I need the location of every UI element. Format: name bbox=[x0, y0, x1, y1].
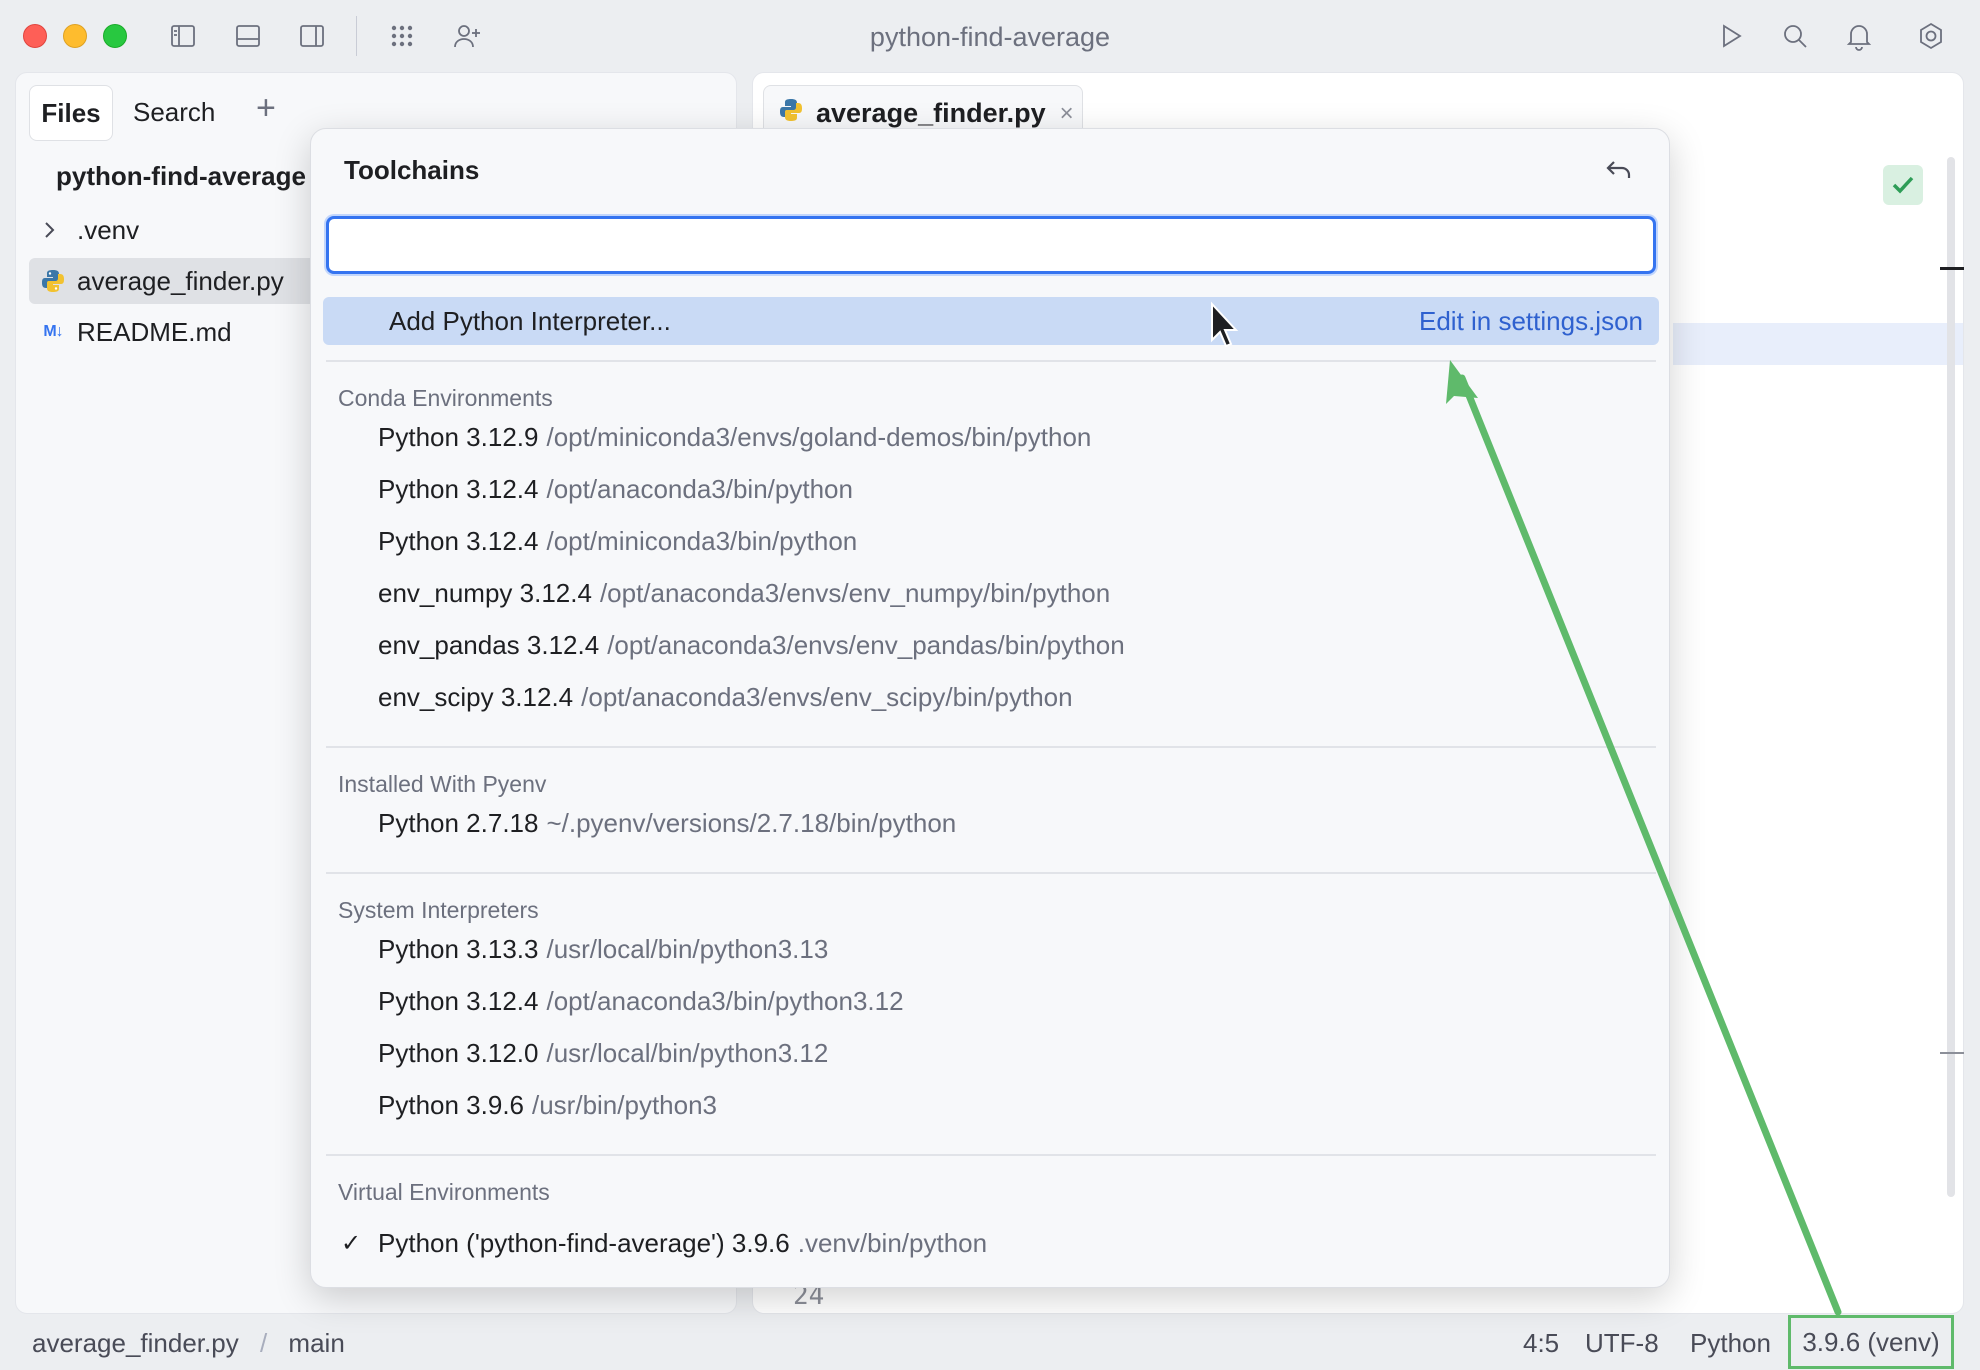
interpreter-name: env_pandas 3.12.4 bbox=[378, 630, 600, 660]
interpreter-item[interactable]: env_pandas 3.12.4/opt/anaconda3/envs/env… bbox=[378, 630, 1125, 661]
tree-item-average-finder[interactable]: average_finder.py bbox=[29, 258, 329, 304]
title-bar: python-find-average bbox=[0, 0, 1980, 72]
project-root[interactable]: python-find-average bbox=[56, 161, 306, 192]
breadcrumb: average_finder.py / main bbox=[32, 1328, 345, 1359]
window-title: python-find-average bbox=[869, 22, 1111, 52]
interpreter-path: .venv/bin/python bbox=[797, 1228, 988, 1258]
search-icon[interactable] bbox=[1776, 17, 1814, 55]
tree-item-label: average_finder.py bbox=[77, 265, 284, 296]
interpreter-selector[interactable]: 3.9.6 (venv) bbox=[1788, 1315, 1954, 1369]
breadcrumb-file[interactable]: average_finder.py bbox=[32, 1328, 239, 1358]
notifications-bell-icon[interactable] bbox=[1840, 17, 1878, 55]
interpreter-item[interactable]: env_numpy 3.12.4/opt/anaconda3/envs/env_… bbox=[378, 578, 1110, 609]
interpreter-item[interactable]: env_scipy 3.12.4/opt/anaconda3/envs/env_… bbox=[378, 682, 1073, 713]
toolchains-popup: Toolchains Add Python Interpreter... Edi… bbox=[310, 128, 1670, 1288]
section-title-pyenv: Installed With Pyenv bbox=[338, 771, 547, 797]
language-mode[interactable]: Python bbox=[1690, 1328, 1771, 1359]
interpreter-name: env_scipy 3.12.4 bbox=[378, 682, 574, 712]
section-title-system: System Interpreters bbox=[338, 897, 539, 923]
inspection-ok-icon[interactable] bbox=[1883, 165, 1923, 205]
tree-item-venv[interactable]: .venv bbox=[29, 207, 139, 253]
add-tab-button[interactable]: + bbox=[256, 91, 276, 125]
interpreter-name: env_numpy 3.12.4 bbox=[378, 578, 592, 608]
interpreter-path: /opt/anaconda3/bin/python3.12 bbox=[546, 986, 904, 1016]
back-arrow-icon[interactable] bbox=[1601, 153, 1637, 189]
interpreter-path: /opt/anaconda3/envs/env_pandas/bin/pytho… bbox=[607, 630, 1125, 660]
add-python-interpreter-item[interactable]: Add Python Interpreter... Edit in settin… bbox=[323, 297, 1659, 345]
python-file-icon bbox=[29, 268, 77, 294]
interpreter-path: /opt/miniconda3/bin/python bbox=[546, 526, 858, 556]
toolchain-search-input[interactable] bbox=[326, 216, 1656, 274]
interpreter-path: /usr/local/bin/python3.12 bbox=[546, 1038, 829, 1068]
interpreter-item[interactable]: Python 3.12.4/opt/anaconda3/bin/python bbox=[378, 474, 853, 505]
section-title-venv: Virtual Environments bbox=[338, 1179, 550, 1205]
interpreter-path: /opt/anaconda3/envs/env_numpy/bin/python bbox=[599, 578, 1111, 608]
interpreter-name: Python 3.12.4 bbox=[378, 526, 539, 556]
breadcrumb-separator: / bbox=[259, 1328, 268, 1358]
interpreter-item-selected[interactable]: Python ('python-find-average') 3.9.6 .ven… bbox=[378, 1228, 987, 1259]
editor-scrollbar[interactable] bbox=[1947, 157, 1955, 1197]
interpreter-path: /usr/local/bin/python3.13 bbox=[546, 934, 829, 964]
selected-check-icon: ✓ bbox=[341, 1230, 362, 1257]
cursor-position[interactable]: 4:5 bbox=[1523, 1328, 1559, 1359]
markdown-icon: M↓ bbox=[43, 323, 63, 340]
run-icon[interactable] bbox=[1712, 17, 1750, 55]
current-line-highlight bbox=[1673, 323, 1963, 365]
python-file-icon bbox=[778, 97, 804, 130]
interpreter-item[interactable]: Python 3.12.0/usr/local/bin/python3.12 bbox=[378, 1038, 828, 1069]
tab-files[interactable]: Files bbox=[29, 85, 113, 141]
interpreter-path: /usr/bin/python3 bbox=[532, 1090, 718, 1120]
interpreter-item[interactable]: Python 2.7.18 ~/.pyenv/versions/2.7.18/bi… bbox=[378, 808, 956, 839]
divider bbox=[326, 360, 1656, 362]
interpreter-item[interactable]: Python 3.12.9/opt/miniconda3/envs/goland… bbox=[378, 422, 1091, 453]
chevron-right-icon[interactable] bbox=[29, 220, 69, 240]
interpreter-path: /opt/miniconda3/envs/goland-demos/bin/py… bbox=[546, 422, 1092, 452]
interpreter-name: Python 3.12.0 bbox=[378, 1038, 539, 1068]
tree-item-readme[interactable]: M↓ README.md bbox=[29, 309, 232, 355]
interpreter-item[interactable]: Python 3.12.4/opt/anaconda3/bin/python3.… bbox=[378, 986, 904, 1017]
divider bbox=[326, 1154, 1656, 1156]
interpreter-name: Python 3.9.6 bbox=[378, 1090, 524, 1120]
interpreter-name: Python ('python-find-average') 3.9.6 bbox=[378, 1228, 790, 1258]
tab-search[interactable]: Search bbox=[133, 97, 215, 128]
editor-tab-label: average_finder.py bbox=[816, 98, 1046, 128]
interpreter-path: /opt/anaconda3/envs/env_scipy/bin/python bbox=[581, 682, 1073, 712]
interpreter-name: Python 3.12.4 bbox=[378, 986, 539, 1016]
settings-gear-icon[interactable] bbox=[1912, 17, 1950, 55]
close-tab-icon[interactable]: × bbox=[1060, 100, 1074, 128]
scroll-marker bbox=[1940, 1052, 1964, 1054]
file-encoding[interactable]: UTF-8 bbox=[1585, 1328, 1659, 1359]
edit-settings-json-link[interactable]: Edit in settings.json bbox=[1419, 306, 1643, 337]
interpreter-name: Python 3.12.4 bbox=[378, 474, 539, 504]
tree-item-label: README.md bbox=[77, 316, 232, 347]
interpreter-item[interactable]: Python 3.12.4/opt/miniconda3/bin/python bbox=[378, 526, 857, 557]
interpreter-path: /opt/anaconda3/bin/python bbox=[546, 474, 853, 504]
breadcrumb-symbol[interactable]: main bbox=[288, 1328, 344, 1358]
section-title-conda: Conda Environments bbox=[338, 385, 553, 411]
interpreter-item[interactable]: Python 3.9.6/usr/bin/python3 bbox=[378, 1090, 717, 1121]
add-interpreter-label: Add Python Interpreter... bbox=[389, 306, 671, 336]
status-bar: average_finder.py / main 4:5 UTF-8 Pytho… bbox=[0, 1314, 1980, 1370]
interpreter-item[interactable]: Python 3.13.3/usr/local/bin/python3.13 bbox=[378, 934, 828, 965]
scroll-marker bbox=[1940, 267, 1964, 270]
interpreter-name: Python 3.13.3 bbox=[378, 934, 539, 964]
interpreter-name: Python 3.12.9 bbox=[378, 422, 539, 452]
tree-item-label: .venv bbox=[77, 214, 140, 245]
divider bbox=[326, 872, 1656, 874]
interpreter-path: ~/.pyenv/versions/2.7.18/bin/python bbox=[546, 808, 957, 838]
interpreter-name: Python 2.7.18 bbox=[378, 808, 539, 838]
divider bbox=[326, 746, 1656, 748]
popup-title: Toolchains bbox=[344, 155, 480, 185]
